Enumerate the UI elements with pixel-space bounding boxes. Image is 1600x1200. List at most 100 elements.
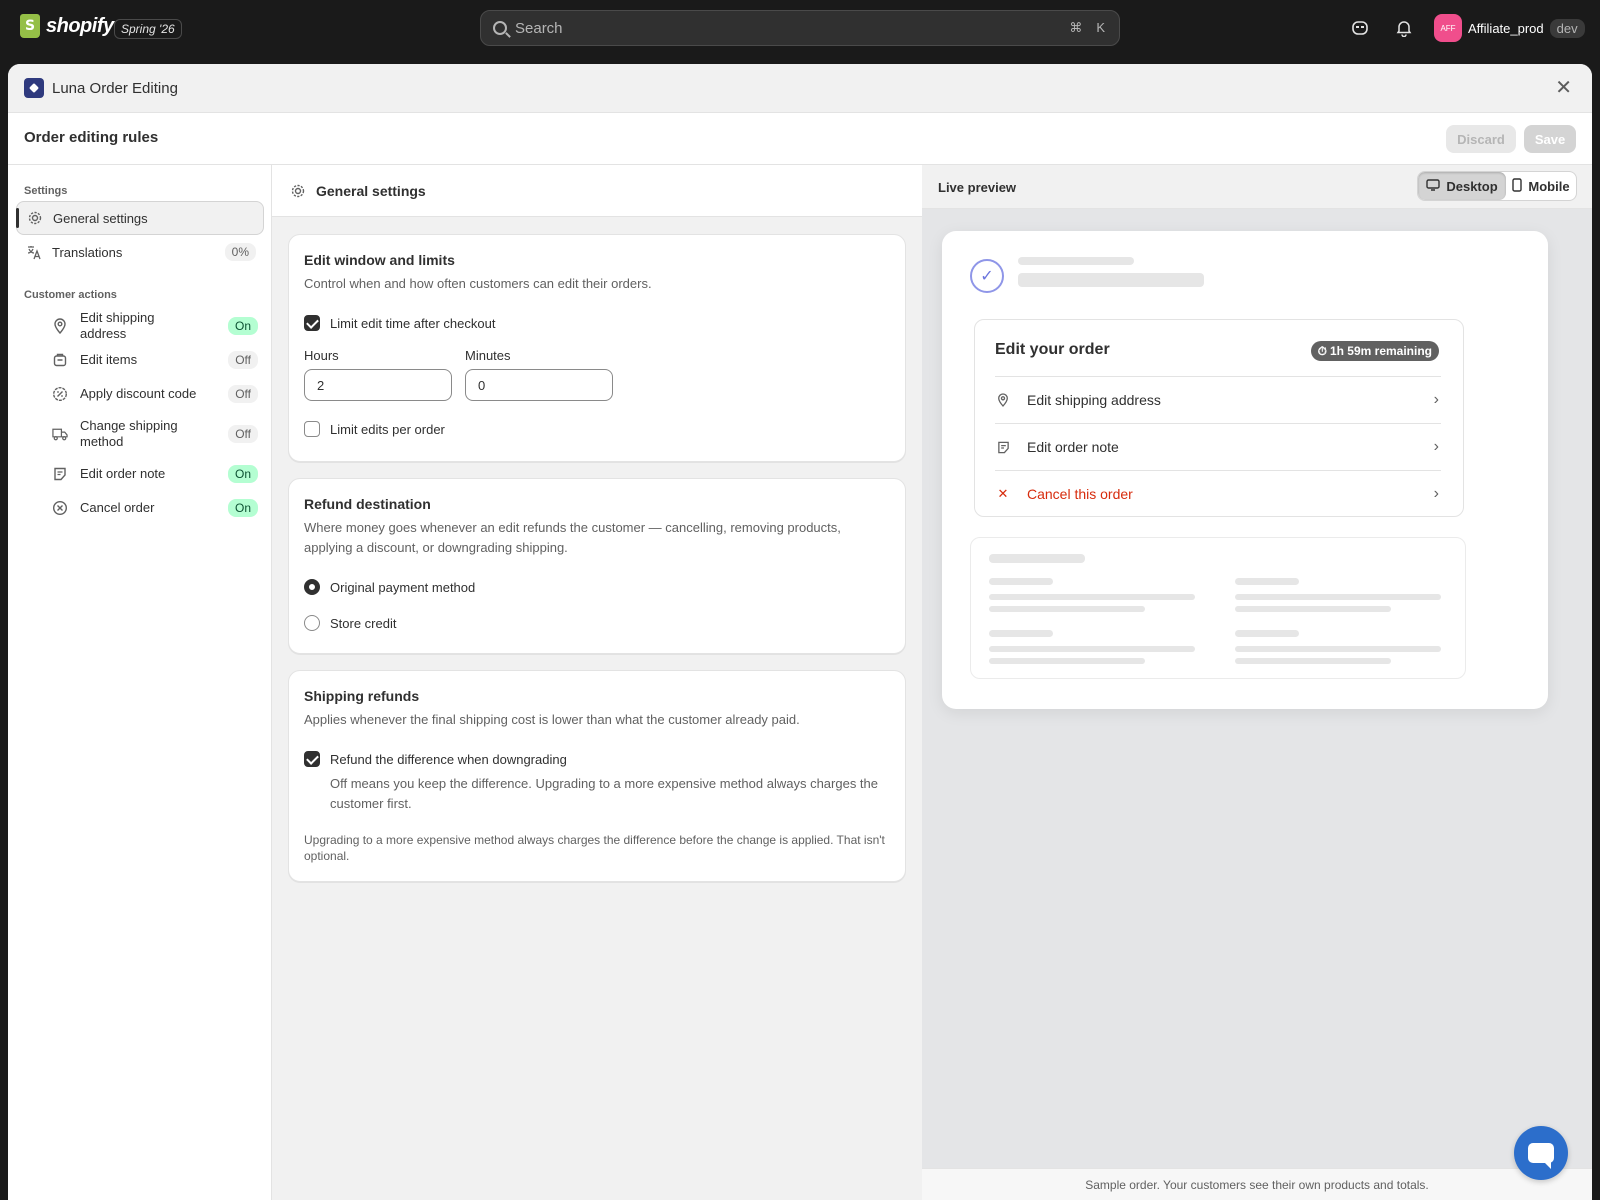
store-credit-radio[interactable] — [304, 615, 320, 631]
sidebar-item-apply-discount-code[interactable]: Apply discount code Off — [44, 377, 264, 411]
k-key: K — [1096, 20, 1105, 35]
skeleton-line — [1235, 646, 1441, 652]
sidekick-icon[interactable] — [1350, 18, 1370, 38]
shopify-logo[interactable]: shopify — [20, 14, 114, 38]
x-icon: ✕ — [997, 486, 1009, 501]
sidebar-item-label: Edit items — [80, 352, 138, 367]
minutes-label: Minutes — [465, 348, 511, 363]
chevron-right-icon: › — [1433, 391, 1439, 408]
card-title: Edit window and limits — [304, 252, 455, 268]
translate-icon — [26, 244, 42, 260]
skeleton-line — [1235, 630, 1299, 637]
note-icon — [52, 466, 68, 482]
limit-edit-time-label: Limit edit time after checkout — [330, 316, 496, 331]
timer-icon: ⏱ — [1317, 343, 1327, 358]
skeleton-line — [1235, 594, 1441, 600]
app-title: Luna Order Editing — [52, 79, 178, 97]
time-remaining-badge: ⏱ 1h 59m remaining — [1310, 341, 1439, 361]
status-badge: On — [227, 317, 258, 335]
minutes-input[interactable]: 0 — [465, 369, 613, 401]
desktop-toggle-button[interactable]: Desktop — [1418, 172, 1506, 200]
card-description: Where money goes whenever an edit refund… — [304, 520, 841, 555]
sidebar-item-label: Change shipping method — [80, 418, 178, 449]
limit-edits-checkbox[interactable] — [304, 421, 320, 437]
mobile-toggle-button[interactable]: Mobile — [1506, 172, 1576, 200]
discard-button[interactable]: Discard — [1446, 125, 1516, 153]
chevron-right-icon: › — [1433, 485, 1439, 502]
account-menu[interactable]: AFF Affiliate_prod dev — [1434, 14, 1585, 42]
refund-destination-card: Refund destination Where money goes when… — [288, 478, 906, 654]
sidebar-item-label: Edit order note — [80, 466, 166, 481]
hours-input[interactable]: 2 — [304, 369, 452, 401]
order-status-preview-card: ✓ Edit your order ⏱ 1h 59m remaining Edi… — [942, 231, 1548, 709]
skeleton-line — [989, 658, 1145, 664]
card-description: Applies whenever the final shipping cost… — [304, 712, 800, 727]
shipping-footnote: Upgrading to a more expensive method alw… — [304, 833, 885, 863]
status-badge: Off — [228, 385, 258, 403]
card-description: Control when and how often customers can… — [304, 276, 652, 291]
sidebar-item-edit-order-note[interactable]: Edit order note On — [44, 457, 264, 491]
sidebar-item-translations[interactable]: Translations 0% — [16, 235, 264, 269]
sidebar-item-edit-items[interactable]: Edit items Off — [44, 343, 264, 377]
sidebar-item-general-settings[interactable]: General settings — [16, 201, 264, 235]
sidebar-item-cancel-order[interactable]: Cancel order On — [44, 491, 264, 525]
status-badge: Off — [228, 351, 258, 369]
search-bar[interactable]: Search ⌘ K — [480, 10, 1120, 46]
limit-edits-label: Limit edits per order — [330, 422, 445, 437]
release-badge: Spring '26 — [114, 19, 182, 39]
desktop-icon — [1426, 178, 1441, 194]
card-title: Shipping refunds — [304, 688, 420, 704]
refund-difference-checkbox[interactable] — [304, 751, 320, 767]
desktop-label: Desktop — [1446, 178, 1498, 194]
limit-edit-time-checkbox[interactable] — [304, 315, 320, 331]
shopify-bag-icon — [20, 14, 40, 38]
preview-row-cancel-order[interactable]: ✕ Cancel this order › — [995, 470, 1441, 517]
app-logo-icon — [24, 78, 44, 98]
bell-icon[interactable] — [1394, 18, 1414, 38]
edit-order-title: Edit your order — [995, 341, 1110, 358]
panel-header: General settings — [272, 165, 922, 217]
translations-progress-badge: 0% — [224, 243, 256, 261]
search-shortcut: ⌘ K — [1069, 20, 1105, 36]
skeleton-line — [989, 578, 1053, 585]
card-title: Refund destination — [304, 496, 431, 512]
preview-row-edit-order-note[interactable]: Edit order note › — [995, 423, 1441, 470]
preview-title: Live preview — [938, 180, 1017, 195]
gear-icon — [27, 210, 43, 226]
status-badge: On — [227, 465, 258, 483]
modal-header: Luna Order Editing ✕ — [8, 64, 1592, 113]
chevron-right-icon: › — [1433, 438, 1439, 455]
env-badge: dev — [1549, 18, 1585, 38]
search-icon — [493, 21, 507, 35]
order-summary-skeleton — [970, 537, 1466, 679]
save-button[interactable]: Save — [1524, 125, 1576, 153]
original-payment-label: Original payment method — [330, 580, 476, 595]
live-preview-panel: Live preview Desktop Mobile ✓ Edit your … — [922, 165, 1592, 1200]
sidebar-item-edit-shipping-address[interactable]: Edit shipping address On — [44, 309, 264, 343]
note-icon — [995, 439, 1011, 455]
original-payment-radio[interactable] — [304, 579, 320, 595]
sidebar-item-label: General settings — [53, 210, 148, 226]
sidebar-item-change-shipping-method[interactable]: Change shipping method Off — [44, 411, 264, 457]
skeleton-line — [1018, 257, 1134, 265]
preview-row-edit-shipping-address[interactable]: Edit shipping address › — [995, 376, 1441, 423]
status-badge: Off — [228, 425, 258, 443]
settings-panel: General settings Edit window and limits … — [272, 165, 922, 1200]
preview-row-label: Cancel this order — [1027, 486, 1133, 502]
sidebar-item-label: Edit shipping address — [80, 310, 155, 341]
skeleton-line — [989, 606, 1145, 612]
edit-window-card: Edit window and limits Control when and … — [288, 234, 906, 462]
time-remaining-text: 1h 59m remaining — [1329, 344, 1432, 358]
chat-button[interactable] — [1514, 1126, 1568, 1180]
skeleton-line — [1235, 658, 1391, 664]
store-name: Affiliate_prod — [1468, 20, 1544, 36]
device-toggle: Desktop Mobile — [1417, 171, 1577, 201]
chat-icon — [1528, 1143, 1554, 1169]
command-key: ⌘ — [1069, 20, 1083, 35]
close-icon[interactable]: ✕ — [1555, 78, 1572, 98]
x-circle-icon — [52, 500, 68, 516]
refund-difference-label: Refund the difference when downgrading — [330, 752, 567, 767]
skeleton-line — [989, 594, 1195, 600]
skeleton-line — [1235, 578, 1299, 585]
skeleton-line — [989, 646, 1195, 652]
